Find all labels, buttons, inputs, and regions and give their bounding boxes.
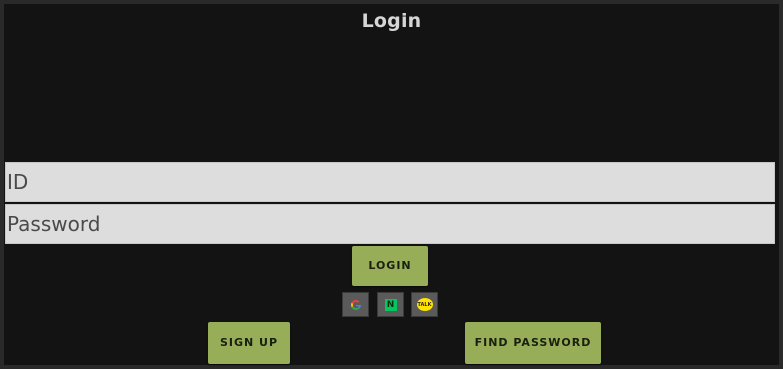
login-button[interactable]: LOGIN bbox=[352, 246, 428, 286]
kakao-login-button[interactable]: TALK bbox=[411, 292, 438, 317]
google-icon bbox=[350, 299, 361, 310]
google-login-button[interactable] bbox=[342, 292, 369, 317]
password-input[interactable] bbox=[5, 204, 775, 244]
find-password-button[interactable]: FIND PASSWORD bbox=[465, 322, 601, 364]
sign-up-button[interactable]: SIGN UP bbox=[208, 322, 290, 364]
page-title: Login bbox=[361, 10, 422, 32]
naver-icon: N bbox=[384, 298, 397, 311]
naver-login-button[interactable]: N bbox=[377, 292, 404, 317]
id-input[interactable] bbox=[5, 162, 775, 202]
login-screen: Login LOGIN N TALK SIGN UP FIND PASSWORD bbox=[4, 4, 779, 365]
kakao-icon: TALK bbox=[416, 298, 433, 311]
